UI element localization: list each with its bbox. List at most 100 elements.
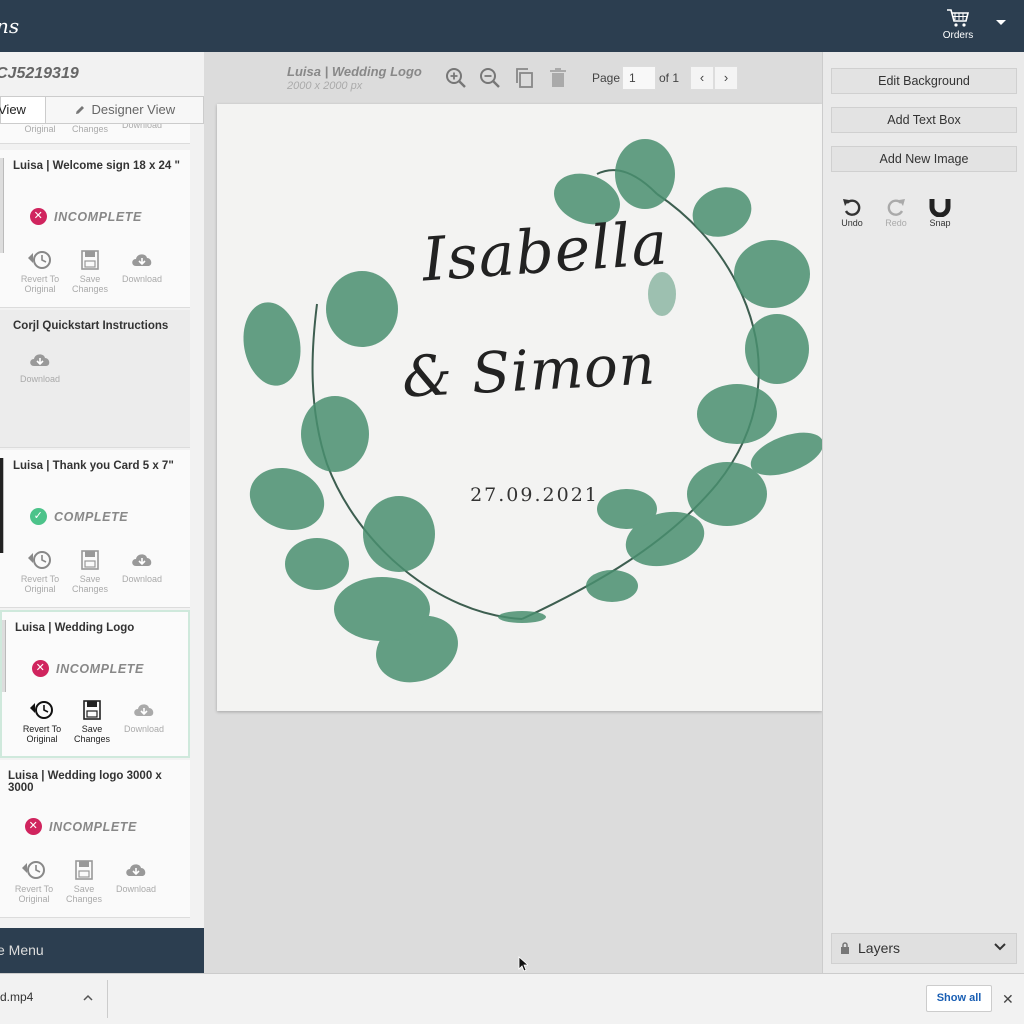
save-label: Save Changes <box>71 574 109 594</box>
save-button[interactable]: Save Changes <box>64 700 120 744</box>
template-card-active[interactable]: Luisa | Wedding Logo ✕ INCOMPLETE Revert… <box>0 610 190 758</box>
trash-icon[interactable] <box>547 67 569 89</box>
orders-button[interactable]: Orders <box>940 8 976 41</box>
download-file-name[interactable]: d.mp4 <box>0 990 33 1004</box>
zoom-in-icon[interactable] <box>445 67 467 89</box>
duplicate-icon[interactable] <box>513 67 535 89</box>
brand-logo[interactable]: ns <box>0 14 19 38</box>
add-new-image-button[interactable]: Add New Image <box>831 146 1017 172</box>
zoom-out-icon[interactable] <box>479 67 501 89</box>
save-label: Save Changes <box>73 724 111 744</box>
template-list: Revert To Original Save Changes Download… <box>0 124 190 973</box>
chevron-left-icon: ‹ <box>699 70 705 85</box>
floppy-disk-icon <box>83 700 101 720</box>
revert-button[interactable]: Revert To Original <box>12 124 68 134</box>
template-card[interactable]: Luisa | Wedding logo 3000 x 3000 ✕ INCOM… <box>0 760 190 918</box>
template-thumbnail <box>2 620 6 692</box>
revert-button[interactable]: Revert To Original <box>6 860 62 904</box>
revert-clock-icon <box>28 251 51 269</box>
redo-label: Redo <box>885 218 907 228</box>
download-button[interactable]: Download <box>114 124 170 130</box>
document-title: Luisa | Wedding Logo <box>287 64 422 79</box>
download-button[interactable]: Download <box>114 250 170 284</box>
status-label: INCOMPLETE <box>56 661 144 676</box>
redo-button[interactable]: Redo <box>878 197 914 228</box>
save-button[interactable]: Save Changes <box>62 124 118 134</box>
floppy-disk-icon <box>75 860 93 880</box>
document-size: 2000 x 2000 px <box>287 80 363 92</box>
revert-button[interactable]: Revert To Original <box>12 550 68 594</box>
properties-panel: Edit Background Add Text Box Add New Ima… <box>822 52 1024 973</box>
download-button[interactable]: Download <box>114 550 170 584</box>
close-icon[interactable]: ✕ <box>1002 991 1014 1008</box>
revert-button[interactable]: Revert To Original <box>12 250 68 294</box>
chevron-down-icon <box>994 943 1006 951</box>
menu-bar-label: e Menu <box>0 942 44 958</box>
chevron-up-icon[interactable] <box>83 994 93 1002</box>
card-actions: Revert To Original Save Changes Download <box>6 860 156 904</box>
snap-button[interactable]: Snap <box>922 197 958 228</box>
download-button[interactable]: Download <box>12 350 68 384</box>
layers-toggle[interactable]: Layers <box>831 933 1017 964</box>
status-badge: ✕ INCOMPLETE <box>32 660 144 677</box>
card-actions: Revert To Original Save Changes Download <box>14 700 164 744</box>
save-button[interactable]: Save Changes <box>62 250 118 294</box>
status-label: INCOMPLETE <box>49 819 137 834</box>
edit-background-button[interactable]: Edit Background <box>831 68 1017 94</box>
page-number-input[interactable]: 1 <box>622 66 656 90</box>
undo-icon <box>843 199 861 216</box>
page-label: Page <box>592 71 621 85</box>
orders-label: Orders <box>942 30 974 41</box>
menu-bar[interactable]: e Menu <box>0 928 204 973</box>
order-id: CJ5219319 <box>0 65 79 82</box>
template-title: Luisa | Wedding logo 3000 x 3000 <box>8 770 162 794</box>
tab-designer-view[interactable]: Designer View <box>47 97 203 123</box>
revert-label: Revert To Original <box>24 124 56 134</box>
cart-icon <box>947 9 970 27</box>
add-text-box-button[interactable]: Add Text Box <box>831 107 1017 133</box>
tab-customer-view[interactable]: View <box>0 97 46 123</box>
save-button[interactable]: Save Changes <box>56 860 112 904</box>
template-card[interactable]: Luisa | Thank you Card 5 x 7" ✓ COMPLETE… <box>0 450 190 608</box>
divider <box>107 980 108 1018</box>
top-bar: ns Orders <box>0 0 1024 52</box>
template-card[interactable]: Corjl Quickstart Instructions Download <box>0 310 190 448</box>
template-thumbnail <box>0 158 4 253</box>
page-total: of 1 <box>659 71 680 85</box>
undo-button[interactable]: Undo <box>834 197 870 228</box>
incomplete-icon: ✕ <box>32 660 49 677</box>
redo-icon <box>887 199 905 216</box>
user-menu-caret-icon[interactable] <box>996 20 1006 25</box>
revert-label: Revert To Original <box>14 884 54 904</box>
tab-customer-view-label: View <box>0 102 26 117</box>
template-title: Corjl Quickstart Instructions <box>13 320 169 332</box>
save-button[interactable]: Save Changes <box>62 550 118 594</box>
download-label: Download <box>121 274 163 284</box>
show-all-button[interactable]: Show all <box>926 985 992 1012</box>
revert-clock-icon <box>22 861 45 879</box>
revert-button[interactable]: Revert To Original <box>14 700 70 744</box>
cloud-download-icon <box>134 704 154 716</box>
floppy-disk-icon <box>81 250 99 270</box>
download-button[interactable]: Download <box>116 700 172 734</box>
design-date[interactable]: 27.09.2021 <box>217 484 822 506</box>
card-actions: Download <box>12 350 162 392</box>
lock-icon <box>841 942 849 954</box>
status-badge: ✓ COMPLETE <box>30 508 128 525</box>
next-page-button[interactable]: › <box>714 66 738 90</box>
eucalyptus-wreath-illustration[interactable] <box>217 104 822 711</box>
design-artboard[interactable]: Isabella & Simon 27.09.2021 <box>217 104 822 711</box>
template-sidebar: CJ5219319 View Designer View Revert To O… <box>0 52 204 973</box>
prev-page-button[interactable]: ‹ <box>690 66 714 90</box>
revert-label: Revert To Original <box>20 274 60 294</box>
design-name-2[interactable]: & Simon <box>400 332 657 410</box>
incomplete-icon: ✕ <box>25 818 42 835</box>
template-card[interactable]: Luisa | Welcome sign 18 x 24 " ✕ INCOMPL… <box>0 150 190 308</box>
template-card-partial: Revert To Original Save Changes Download <box>0 124 190 144</box>
complete-check-icon: ✓ <box>30 508 47 525</box>
download-button[interactable]: Download <box>108 860 164 894</box>
card-actions: Revert To Original Save Changes Download <box>12 550 162 594</box>
mouse-cursor-icon <box>518 956 528 972</box>
floppy-disk-icon <box>81 550 99 570</box>
cloud-download-icon <box>30 354 50 366</box>
